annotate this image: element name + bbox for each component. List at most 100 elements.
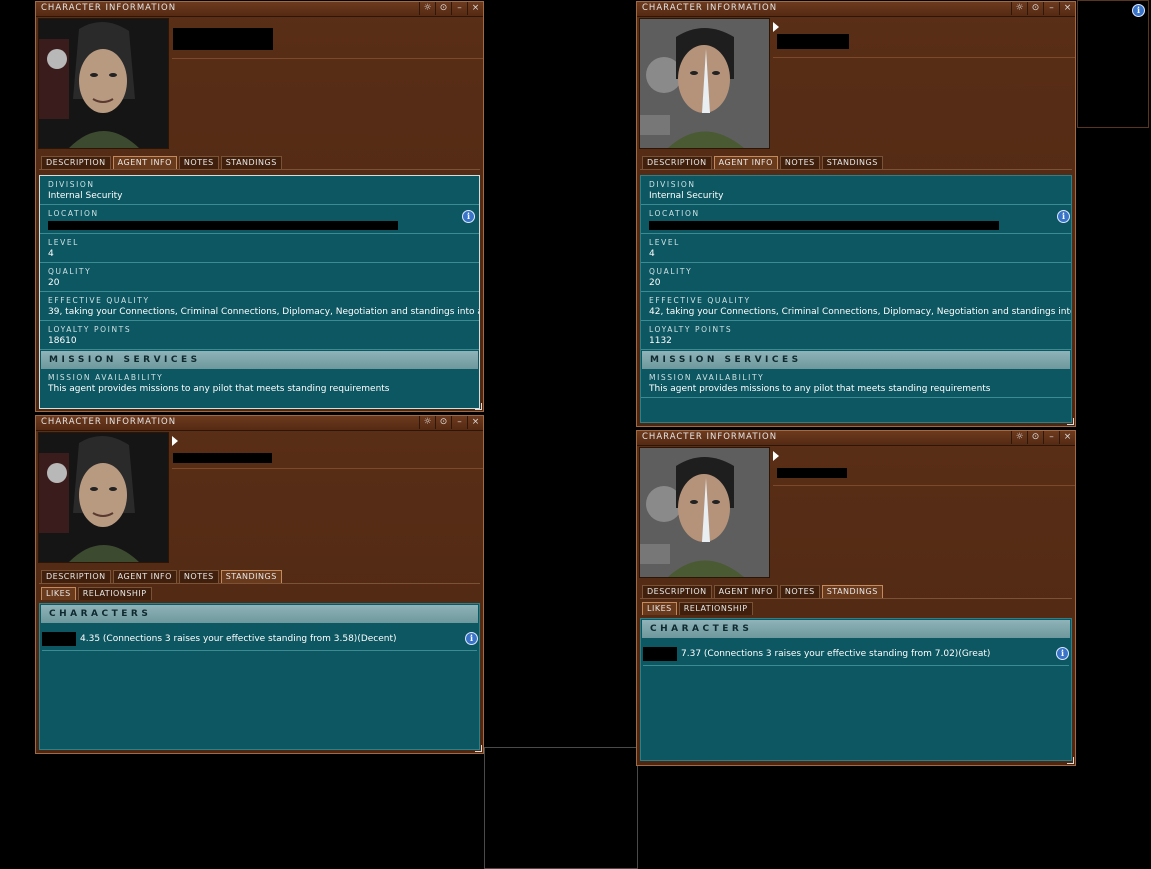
tab-notes[interactable]: NOTES bbox=[779, 156, 820, 169]
expand-arrow-icon[interactable] bbox=[172, 436, 178, 446]
mission-availability-row: MISSION AVAILABILITY This agent provides… bbox=[40, 369, 479, 398]
quality-value: 20 bbox=[48, 278, 60, 288]
tab-bar: DESCRIPTION AGENT INFO NOTES STANDINGS bbox=[642, 585, 883, 598]
close-button[interactable]: × bbox=[467, 416, 483, 429]
quality-value: 20 bbox=[649, 278, 661, 288]
tab-notes[interactable]: NOTES bbox=[779, 585, 820, 598]
tab-description[interactable]: DESCRIPTION bbox=[642, 585, 712, 598]
character-name-redacted bbox=[42, 632, 76, 646]
tab-description[interactable]: DESCRIPTION bbox=[41, 156, 111, 169]
standing-row[interactable]: 7.37 (Connections 3 raises your effectiv… bbox=[643, 645, 1069, 666]
division-value: Internal Security bbox=[649, 191, 724, 201]
info-icon[interactable]: i bbox=[462, 210, 475, 223]
subtab-relationship[interactable]: RELATIONSHIP bbox=[678, 602, 753, 615]
tab-standings[interactable]: STANDINGS bbox=[220, 570, 282, 583]
effective-quality-label: EFFECTIVE QUALITY bbox=[649, 296, 751, 305]
tab-bar: DESCRIPTION AGENT INFO NOTES STANDINGS bbox=[41, 156, 282, 169]
mission-services-header[interactable]: MISSION SERVICES bbox=[642, 351, 1070, 369]
tab-agent-info[interactable]: AGENT INFO bbox=[713, 156, 778, 169]
settings-icon[interactable]: ☼ bbox=[1011, 431, 1027, 444]
effective-quality-label: EFFECTIVE QUALITY bbox=[48, 296, 150, 305]
subtab-likes[interactable]: LIKES bbox=[41, 587, 76, 600]
mission-services-header[interactable]: MISSION SERVICES bbox=[41, 351, 478, 369]
subtab-bar: LIKES RELATIONSHIP bbox=[642, 602, 753, 615]
mission-availability-label: MISSION AVAILABILITY bbox=[48, 373, 164, 382]
background-window-frame bbox=[484, 747, 638, 869]
pin-icon[interactable]: ⊙ bbox=[1027, 431, 1043, 444]
characters-header[interactable]: CHARACTERS bbox=[642, 620, 1070, 638]
loyalty-points-value: 1132 bbox=[649, 336, 672, 346]
standing-text: 7.37 (Connections 3 raises your effectiv… bbox=[681, 649, 991, 659]
info-icon[interactable]: i bbox=[1132, 4, 1145, 17]
tab-agent-info[interactable]: AGENT INFO bbox=[713, 585, 778, 598]
title-bar[interactable]: CHARACTER INFORMATION ☼ ⊙ – × bbox=[637, 431, 1075, 446]
window-title: CHARACTER INFORMATION bbox=[41, 417, 177, 427]
expand-arrow-icon[interactable] bbox=[773, 22, 779, 32]
tab-underline bbox=[640, 598, 1072, 599]
mission-availability-label: MISSION AVAILABILITY bbox=[649, 373, 765, 382]
resize-handle[interactable] bbox=[475, 403, 482, 410]
tab-underline bbox=[39, 169, 480, 170]
agent-portrait bbox=[639, 447, 770, 578]
level-value: 4 bbox=[48, 249, 54, 259]
standing-row[interactable]: 4.35 (Connections 3 raises your effectiv… bbox=[42, 630, 477, 651]
settings-icon[interactable]: ☼ bbox=[1011, 2, 1027, 15]
tab-standings[interactable]: STANDINGS bbox=[821, 585, 883, 598]
close-button[interactable]: × bbox=[1059, 2, 1075, 15]
minimize-button[interactable]: – bbox=[1043, 2, 1059, 15]
tab-standings[interactable]: STANDINGS bbox=[220, 156, 282, 169]
tab-notes[interactable]: NOTES bbox=[178, 570, 219, 583]
tab-standings[interactable]: STANDINGS bbox=[821, 156, 883, 169]
tab-underline bbox=[640, 169, 1072, 170]
division-label: DIVISION bbox=[48, 180, 95, 189]
settings-icon[interactable]: ☼ bbox=[419, 416, 435, 429]
pin-icon[interactable]: ⊙ bbox=[435, 2, 451, 15]
minimize-button[interactable]: – bbox=[451, 416, 467, 429]
resize-handle[interactable] bbox=[1067, 418, 1074, 425]
tab-description[interactable]: DESCRIPTION bbox=[642, 156, 712, 169]
tab-agent-info[interactable]: AGENT INFO bbox=[112, 156, 177, 169]
close-button[interactable]: × bbox=[467, 2, 483, 15]
info-icon[interactable]: i bbox=[1057, 210, 1070, 223]
division-label: DIVISION bbox=[649, 180, 696, 189]
resize-handle[interactable] bbox=[1067, 757, 1074, 764]
characters-header[interactable]: CHARACTERS bbox=[41, 605, 478, 623]
loyalty-points-label: LOYALTY POINTS bbox=[649, 325, 733, 334]
tab-description[interactable]: DESCRIPTION bbox=[41, 570, 111, 583]
settings-icon[interactable]: ☼ bbox=[419, 2, 435, 15]
title-bar[interactable]: CHARACTER INFORMATION ☼ ⊙ – × bbox=[36, 2, 483, 17]
resize-handle[interactable] bbox=[475, 745, 482, 752]
quality-row: QUALITY 20 bbox=[40, 263, 479, 292]
location-value-redacted bbox=[48, 221, 398, 230]
pin-icon[interactable]: ⊙ bbox=[435, 416, 451, 429]
background-window-frame bbox=[1077, 0, 1149, 128]
close-button[interactable]: × bbox=[1059, 431, 1075, 444]
character-info-window-left-agent: CHARACTER INFORMATION ☼ ⊙ – × DESCRIPTIO… bbox=[35, 1, 484, 412]
subtab-bar: LIKES RELATIONSHIP bbox=[41, 587, 152, 600]
pin-icon[interactable]: ⊙ bbox=[1027, 2, 1043, 15]
division-row: DIVISION Internal Security bbox=[40, 176, 479, 205]
minimize-button[interactable]: – bbox=[451, 2, 467, 15]
agent-name-redacted bbox=[173, 453, 272, 463]
title-bar[interactable]: CHARACTER INFORMATION ☼ ⊙ – × bbox=[36, 416, 483, 431]
info-icon[interactable]: i bbox=[465, 632, 478, 645]
info-icon[interactable]: i bbox=[1056, 647, 1069, 660]
agent-portrait bbox=[639, 18, 770, 149]
divider bbox=[172, 468, 483, 469]
tab-agent-info[interactable]: AGENT INFO bbox=[112, 570, 177, 583]
agent-name-redacted bbox=[777, 34, 849, 49]
character-info-window-right-agent: CHARACTER INFORMATION ☼ ⊙ – × DESCRIPTIO… bbox=[636, 1, 1076, 427]
loyalty-points-value: 18610 bbox=[48, 336, 77, 346]
subtab-likes[interactable]: LIKES bbox=[642, 602, 677, 615]
title-bar[interactable]: CHARACTER INFORMATION ☼ ⊙ – × bbox=[637, 2, 1075, 17]
location-label: LOCATION bbox=[48, 209, 99, 218]
subtab-relationship[interactable]: RELATIONSHIP bbox=[77, 587, 152, 600]
agent-portrait bbox=[38, 18, 169, 149]
expand-arrow-icon[interactable] bbox=[773, 451, 779, 461]
agent-name-redacted bbox=[777, 468, 847, 478]
minimize-button[interactable]: – bbox=[1043, 431, 1059, 444]
character-info-window-left-standings: CHARACTER INFORMATION ☼ ⊙ – × DESCRIPTIO… bbox=[35, 415, 484, 754]
tab-notes[interactable]: NOTES bbox=[178, 156, 219, 169]
agent-portrait bbox=[38, 432, 169, 563]
level-value: 4 bbox=[649, 249, 655, 259]
